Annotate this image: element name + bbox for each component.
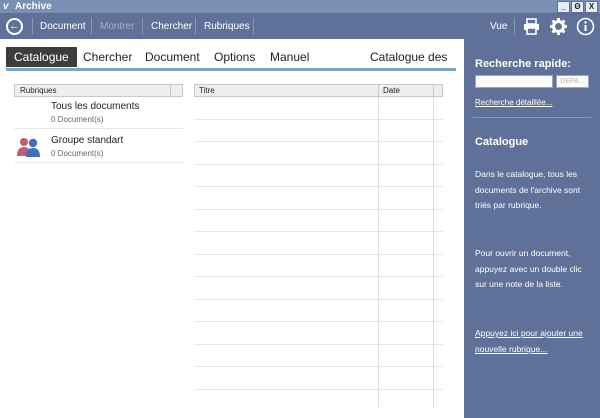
app-logo-icon: v bbox=[3, 1, 9, 12]
table-row bbox=[194, 210, 443, 232]
toolbar-chercher-button[interactable]: Chercher bbox=[151, 14, 192, 39]
close-button[interactable]: X bbox=[585, 1, 598, 13]
table-row bbox=[194, 120, 443, 142]
table-row bbox=[194, 232, 443, 255]
rubriques-column-header[interactable]: Rubriques bbox=[14, 84, 183, 97]
open-document-help-text: Pour ouvrir un document, appuyez avec un… bbox=[475, 248, 582, 289]
toolbar: ← Document Montrer Chercher Rubriques Vu… bbox=[0, 14, 600, 39]
table-row bbox=[194, 255, 443, 277]
restore-button[interactable]: Θ bbox=[571, 1, 584, 13]
title-bar: v Archive _ Θ X bbox=[0, 0, 600, 14]
print-icon[interactable] bbox=[522, 17, 541, 36]
table-row bbox=[194, 277, 443, 300]
quick-search-button[interactable]: DEPA... bbox=[556, 75, 589, 88]
toolbar-separator bbox=[514, 18, 515, 35]
panel-title: Catalogue des bbox=[370, 50, 448, 64]
table-row bbox=[194, 165, 443, 187]
rubrique-item-groupe-standart[interactable]: Groupe standart 0 Document(s) bbox=[14, 133, 183, 163]
gear-icon[interactable] bbox=[549, 17, 568, 36]
detailed-search-link[interactable]: Recherche détaillée... bbox=[475, 98, 552, 107]
window-controls: _ Θ X bbox=[557, 1, 598, 13]
tab-document[interactable]: Document bbox=[145, 47, 200, 67]
rubrique-count: 0 Document(s) bbox=[51, 115, 104, 124]
toolbar-rubriques-button[interactable]: Rubriques bbox=[204, 14, 250, 39]
tab-catalogue[interactable]: Catalogue bbox=[6, 47, 77, 67]
rubrique-count: 0 Document(s) bbox=[51, 149, 104, 158]
documents-table-header: Titre Date bbox=[194, 84, 443, 97]
table-row bbox=[194, 367, 443, 390]
window-title: Archive bbox=[15, 1, 52, 12]
tab-underline bbox=[6, 68, 456, 71]
tab-options[interactable]: Options bbox=[214, 47, 255, 67]
catalogue-help-text: Dans le catalogue, tous les documents de… bbox=[475, 169, 581, 210]
table-row bbox=[194, 142, 443, 165]
quick-search-input[interactable] bbox=[475, 75, 553, 88]
toolbar-separator bbox=[253, 18, 254, 35]
documents-table-body bbox=[194, 97, 443, 407]
column-header-end bbox=[170, 85, 182, 96]
help-sidebar: Recherche rapide: DEPA... Recherche déta… bbox=[464, 39, 600, 418]
toolbar-separator bbox=[91, 18, 92, 35]
column-header-titre[interactable]: Titre bbox=[195, 85, 379, 96]
catalogue-panel: Catalogue Chercher Document Options Manu… bbox=[0, 39, 464, 418]
group-icon bbox=[16, 136, 42, 158]
minimize-button[interactable]: _ bbox=[557, 1, 570, 13]
documents-table: Titre Date bbox=[194, 84, 443, 407]
toolbar-separator bbox=[142, 18, 143, 35]
quick-search-title: Recherche rapide: bbox=[475, 58, 571, 70]
column-divider bbox=[433, 97, 434, 407]
column-divider bbox=[378, 97, 379, 407]
tab-chercher[interactable]: Chercher bbox=[83, 47, 132, 67]
tab-manuel[interactable]: Manuel bbox=[270, 47, 309, 67]
rubrique-name: Groupe standart bbox=[51, 135, 124, 146]
tab-bar: Catalogue Chercher Document Options Manu… bbox=[6, 47, 460, 67]
table-row bbox=[194, 300, 443, 322]
column-header-date[interactable]: Date bbox=[379, 85, 434, 96]
back-button[interactable]: ← bbox=[6, 18, 23, 35]
table-row bbox=[194, 345, 443, 367]
rubrique-item-all-documents[interactable]: Tous les documents 0 Document(s) bbox=[14, 99, 183, 129]
sidebar-divider bbox=[473, 117, 591, 118]
toolbar-document-button[interactable]: Document bbox=[40, 14, 86, 39]
info-icon[interactable] bbox=[576, 17, 595, 36]
rubrique-name: Tous les documents bbox=[51, 101, 140, 112]
table-row bbox=[194, 322, 443, 345]
add-rubrique-link[interactable]: Appuyez ici pour ajouter une nouvelle ru… bbox=[475, 326, 590, 357]
table-row bbox=[194, 97, 443, 120]
toolbar-separator bbox=[195, 18, 196, 35]
rubriques-header-label: Rubriques bbox=[20, 86, 57, 95]
toolbar-view-button[interactable]: Vue bbox=[490, 14, 507, 39]
toolbar-montrer-button[interactable]: Montrer bbox=[100, 14, 134, 39]
toolbar-separator bbox=[32, 18, 33, 35]
sidebar-section-title: Catalogue bbox=[475, 136, 529, 148]
table-row bbox=[194, 187, 443, 210]
